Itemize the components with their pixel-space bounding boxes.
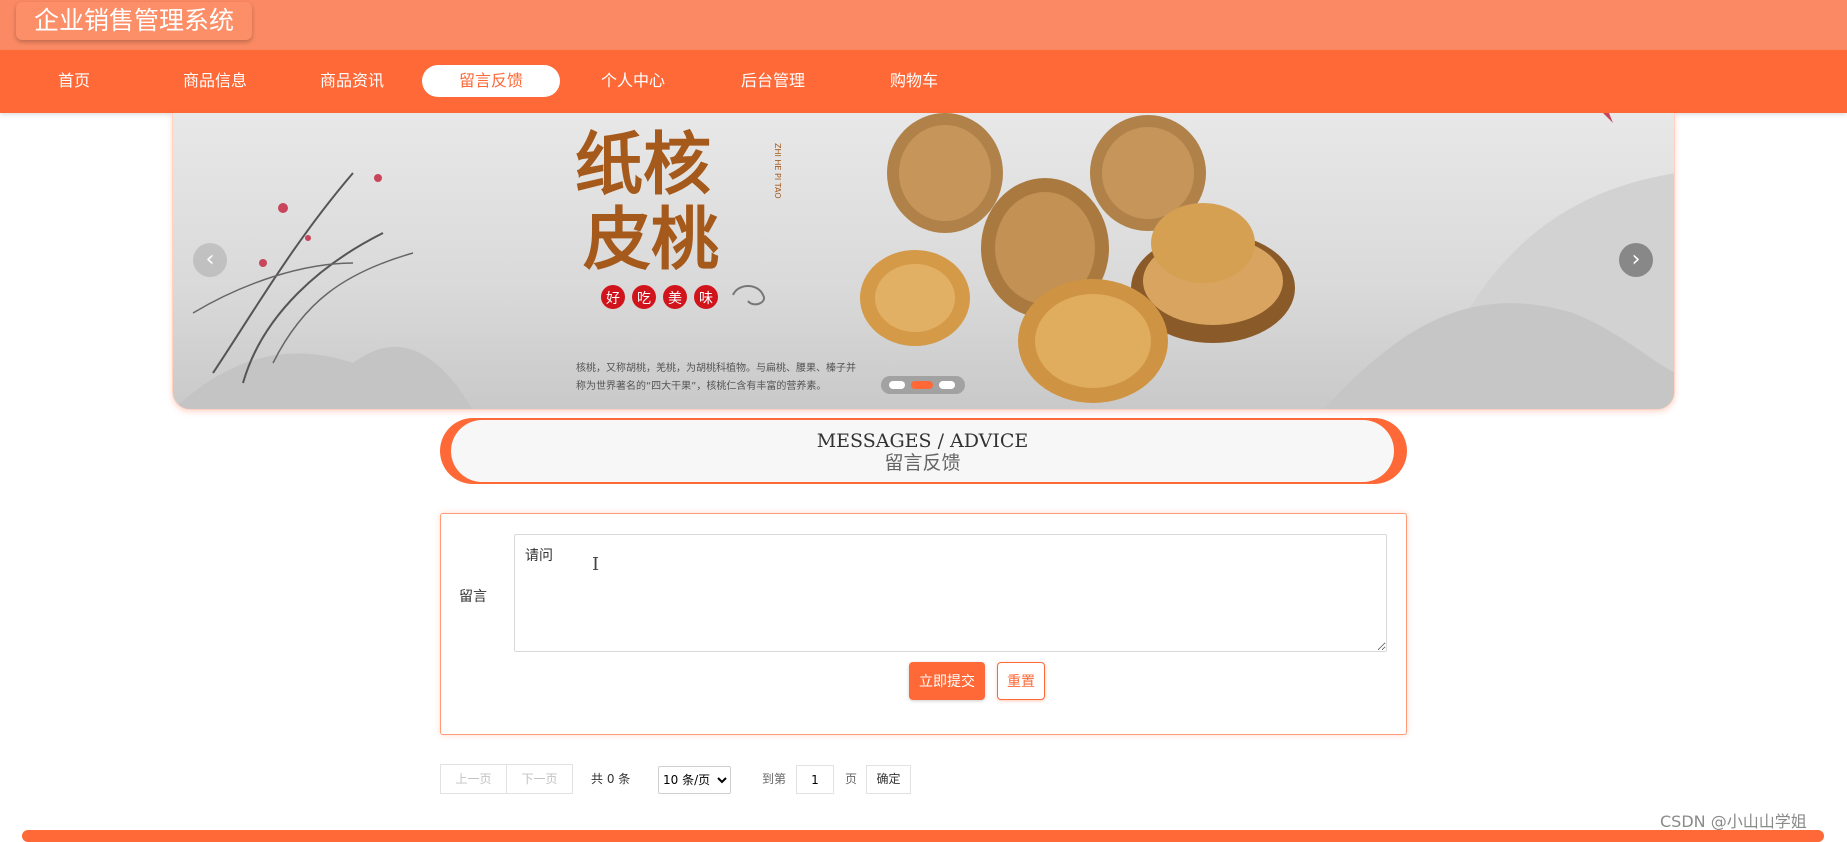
page-number-input[interactable] [796, 765, 834, 794]
message-form: 留言 请问 I 立即提交 重置 [440, 513, 1407, 735]
banner-title-line1: 纸核 [575, 125, 711, 205]
top-header: 企业销售管理系统 [0, 0, 1847, 50]
total-count: 共 0 条 [591, 772, 631, 786]
nav-item-profile[interactable]: 个人中心 [564, 65, 702, 97]
banner-title-line2: 皮桃 [583, 200, 719, 280]
nav-item-cart[interactable]: 购物车 [845, 65, 983, 97]
nav-item-admin[interactable]: 后台管理 [704, 65, 842, 97]
footer-bar [22, 830, 1824, 842]
carousel-indicators [881, 376, 965, 394]
carousel-dot-1[interactable] [889, 381, 905, 389]
nav-item-home[interactable]: 首页 [5, 65, 143, 97]
banner-image: 纸核 皮桃 ZHI HE PI TAO 好 吃 美 味 [174, 113, 1674, 409]
banner-badge-4: 味 [699, 291, 713, 307]
carousel-prev-arrow-icon[interactable]: ‹ [193, 243, 227, 277]
nav-item-products[interactable]: 商品信息 [146, 65, 284, 97]
carousel-next-arrow-icon[interactable]: › [1619, 243, 1653, 277]
carousel-dot-2[interactable] [911, 381, 933, 389]
banner-badge-1: 好 [606, 291, 620, 307]
banner-badge-2: 吃 [637, 291, 651, 307]
banner-side-text: ZHI HE PI TAO [773, 143, 782, 199]
nav-item-feedback[interactable]: 留言反馈 [422, 65, 560, 97]
goto-label: 到第 [762, 772, 787, 786]
carousel-dot-3[interactable] [939, 381, 955, 389]
banner-caption-line1: 核桃，又称胡桃，羌桃，为胡桃科植物。与扁桃、腰果、榛子并 [576, 363, 856, 374]
banner-caption-line2: 称为世界著名的“四大干果”，核桃仁含有丰富的营养素。 [576, 381, 827, 392]
watermark: CSDN @小山山学姐 [1660, 812, 1807, 831]
section-header-inner: MESSAGES / ADVICE 留言反馈 [451, 420, 1394, 482]
section-title-en: MESSAGES / ADVICE [816, 430, 1029, 452]
reset-button[interactable]: 重置 [997, 662, 1045, 700]
section-title-cn: 留言反馈 [884, 452, 961, 474]
banner-badge-3: 美 [668, 291, 682, 307]
nav-item-news[interactable]: 商品资讯 [283, 65, 421, 97]
message-textarea[interactable]: 请问 [514, 534, 1387, 652]
section-header: MESSAGES / ADVICE 留言反馈 [440, 418, 1407, 484]
banner-carousel: 纸核 皮桃 ZHI HE PI TAO 好 吃 美 味 核桃，又称胡桃，羌桃，为… [172, 113, 1675, 410]
main-nav: 首页 商品信息 商品资讯 留言反馈 个人中心 后台管理 购物车 [0, 50, 1847, 113]
message-label: 留言 [459, 589, 487, 605]
page-unit-label: 页 [845, 772, 858, 786]
text-cursor-icon: I [592, 554, 600, 575]
submit-button[interactable]: 立即提交 [909, 662, 985, 700]
next-page-button[interactable]: 下一页 [506, 764, 573, 794]
app-title: 企业销售管理系统 [16, 2, 253, 40]
banner-caption: 核桃，又称胡桃，羌桃，为胡桃科植物。与扁桃、腰果、榛子并 称为世界著名的“四大干… [576, 360, 916, 396]
prev-page-button[interactable]: 上一页 [440, 764, 507, 794]
confirm-page-button[interactable]: 确定 [866, 765, 911, 794]
page-size-select[interactable]: 10 条/页 [658, 766, 731, 794]
